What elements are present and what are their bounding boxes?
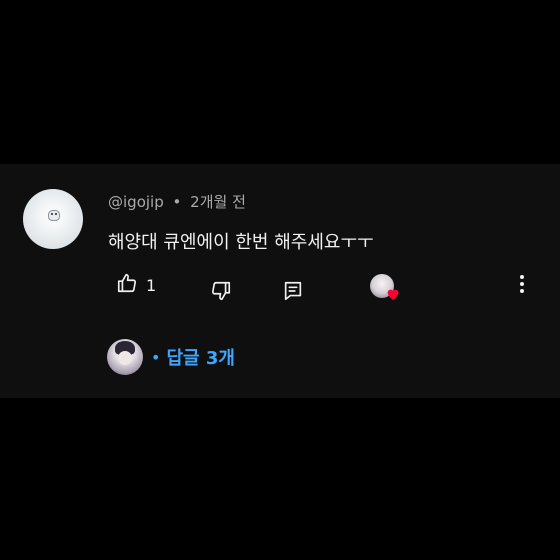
replies-separator: • [151, 347, 161, 367]
like-count: 1 [146, 275, 157, 295]
like-button[interactable]: 1 [116, 272, 156, 298]
reply-author-avatar [107, 339, 143, 375]
thumb-down-icon [210, 280, 232, 306]
author-avatar[interactable] [23, 189, 83, 249]
heart-icon [385, 286, 401, 302]
comment-actions: 1 [0, 272, 560, 302]
reply-icon [282, 280, 304, 306]
dislike-button[interactable] [210, 280, 232, 306]
comment-text: 해양대 큐엔에이 한번 해주세요ㅜㅜ [108, 232, 374, 253]
comment-meta: @igojip • 2개월 전 [108, 191, 246, 212]
reply-button[interactable] [282, 280, 304, 306]
more-options-button[interactable] [512, 272, 532, 296]
comment-card: @igojip • 2개월 전 해양대 큐엔에이 한번 해주세요ㅜㅜ 1 • 답… [0, 164, 560, 398]
thumb-up-icon [116, 272, 138, 298]
author-name[interactable]: @igojip [108, 193, 164, 211]
replies-count-label[interactable]: 답글 3개 [166, 344, 234, 370]
more-vert-icon [520, 275, 524, 279]
more-vert-icon-dot [520, 289, 524, 293]
meta-separator: • [172, 193, 182, 211]
more-vert-icon-dot [520, 282, 524, 286]
view-replies-button[interactable]: • 답글 3개 [107, 339, 235, 375]
creator-heart-badge [370, 274, 402, 302]
comment-time[interactable]: 2개월 전 [190, 193, 246, 211]
avatar-figure [48, 210, 60, 221]
